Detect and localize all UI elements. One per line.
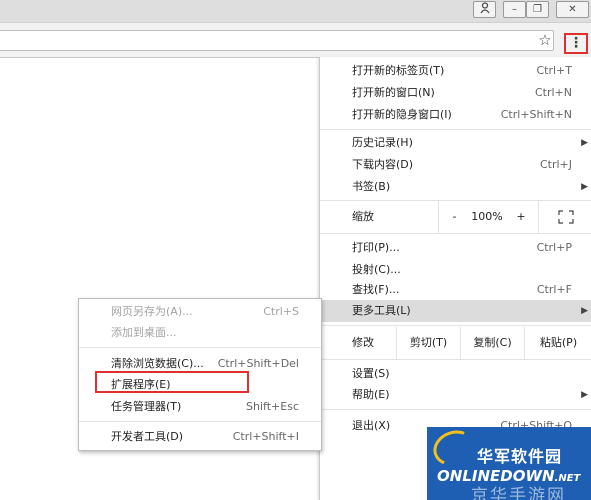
submenu-item-devtools[interactable]: 开发者工具(D) Ctrl+Shift+I [79,426,321,448]
paste-button[interactable]: 粘贴(P) [524,327,591,359]
submenu-divider [79,421,321,422]
submenu-item-shortcut: Ctrl+Shift+I [232,430,299,443]
copy-button[interactable]: 复制(C) [460,327,524,359]
edit-label: 修改 [352,336,374,349]
submenu-item-label: 添加到桌面... [111,326,177,339]
menu-item-cast[interactable]: 投射(C)... [320,259,591,281]
cut-button[interactable]: 剪切(T) [396,327,460,359]
user-icon[interactable] [473,1,496,18]
fullscreen-icon[interactable] [538,201,591,233]
menu-item-incognito[interactable]: 打开新的隐身窗口(I) Ctrl+Shift+N [320,104,591,126]
browser-toolbar: ☆ [0,23,591,58]
menu-item-label: 历史记录(H) [352,136,413,149]
menu-item-label: 退出(X) [352,419,391,432]
menu-divider [320,129,591,130]
menu-item-label: 更多工具(L) [352,304,411,317]
menu-row-zoom: 缩放 - 100% + [320,201,591,233]
submenu-item-label: 网页另存为(A)... [111,305,193,318]
submenu-item-save-page[interactable]: 网页另存为(A)... Ctrl+S [79,301,321,323]
menu-item-label: 打开新的隐身窗口(I) [352,108,452,121]
watermark-overlay: 京华手游网 [471,486,566,500]
menu-item-new-window[interactable]: 打开新的窗口(N) Ctrl+N [320,82,591,104]
submenu-item-shortcut: Shift+Esc [246,400,299,413]
menu-item-history[interactable]: 历史记录(H) ▶ [320,132,591,154]
watermark-title: 华军软件园 [477,447,563,466]
bookmark-star-icon[interactable]: ☆ [536,30,554,50]
menu-item-label: 书签(B) [352,180,391,193]
zoom-label: 缩放 [352,210,374,223]
menu-item-shortcut: Ctrl+T [536,64,572,77]
submenu-arrow-icon: ▶ [581,390,588,400]
zoom-in-button[interactable]: + [504,201,538,233]
minimize-button[interactable]: – [503,1,526,18]
menu-item-help[interactable]: 帮助(E) ▶ [320,384,591,406]
menu-item-label: 打开新的窗口(N) [352,86,435,99]
menu-divider [320,325,591,326]
address-bar[interactable] [0,30,554,51]
menu-item-settings[interactable]: 设置(S) [320,363,591,385]
zoom-out-button[interactable]: - [438,201,470,233]
menu-item-new-tab[interactable]: 打开新的标签页(T) Ctrl+T [320,60,591,82]
restore-button[interactable]: ❐ [526,1,549,18]
menu-item-bookmarks[interactable]: 书签(B) ▶ [320,176,591,198]
submenu-item-add-desktop[interactable]: 添加到桌面... [79,322,321,344]
menu-item-shortcut: Ctrl+P [536,241,572,254]
menu-item-label: 设置(S) [352,367,390,380]
menu-item-label: 帮助(E) [352,388,390,401]
menu-item-label: 打开新的标签页(T) [352,64,445,77]
menu-item-shortcut: Ctrl+N [534,86,572,99]
menu-row-edit: 修改 剪切(T) 复制(C) 粘贴(P) [320,327,591,359]
watermark-logo: 华军软件园 ONLINEDOWN.NET 京华手游网 [427,427,591,500]
submenu-arrow-icon: ▶ [581,306,588,316]
submenu-item-label: 任务管理器(T) [111,400,182,413]
menu-item-label: 下载内容(D) [352,158,414,171]
menu-item-label: 打印(P)... [352,241,400,254]
submenu-item-shortcut: Ctrl+S [263,305,299,318]
zoom-value: 100% [471,210,503,223]
logo-swoosh-icon [428,427,480,472]
submenu-arrow-icon: ▶ [581,182,588,192]
menu-item-more-tools[interactable]: 更多工具(L) ▶ [320,300,591,322]
menu-item-shortcut: Ctrl+J [539,158,572,171]
menu-divider [320,233,591,234]
extensions-highlight-box [95,371,249,393]
fullscreen-corners-icon [557,210,574,224]
menu-item-print[interactable]: 打印(P)... Ctrl+P [320,237,591,259]
window-titlebar: – ❐ ✕ [0,0,591,23]
menu-item-label: 投射(C)... [352,263,401,276]
close-button[interactable]: ✕ [556,1,589,18]
menu-item-find[interactable]: 查找(F)... Ctrl+F [320,279,591,301]
submenu-arrow-icon: ▶ [581,138,588,148]
submenu-item-task-manager[interactable]: 任务管理器(T) Shift+Esc [79,396,321,418]
menu-divider [320,359,591,360]
menu-item-label: 查找(F)... [352,283,400,296]
menu-item-shortcut: Ctrl+F [536,283,572,296]
submenu-item-label: 开发者工具(D) [111,430,184,443]
menu-item-shortcut: Ctrl+Shift+N [500,108,572,121]
menu-item-downloads[interactable]: 下载内容(D) Ctrl+J [320,154,591,176]
submenu-divider [79,347,321,348]
menu-divider [320,409,591,410]
menu-kebab-icon[interactable]: ⋮ [564,33,588,54]
person-icon [480,2,489,14]
